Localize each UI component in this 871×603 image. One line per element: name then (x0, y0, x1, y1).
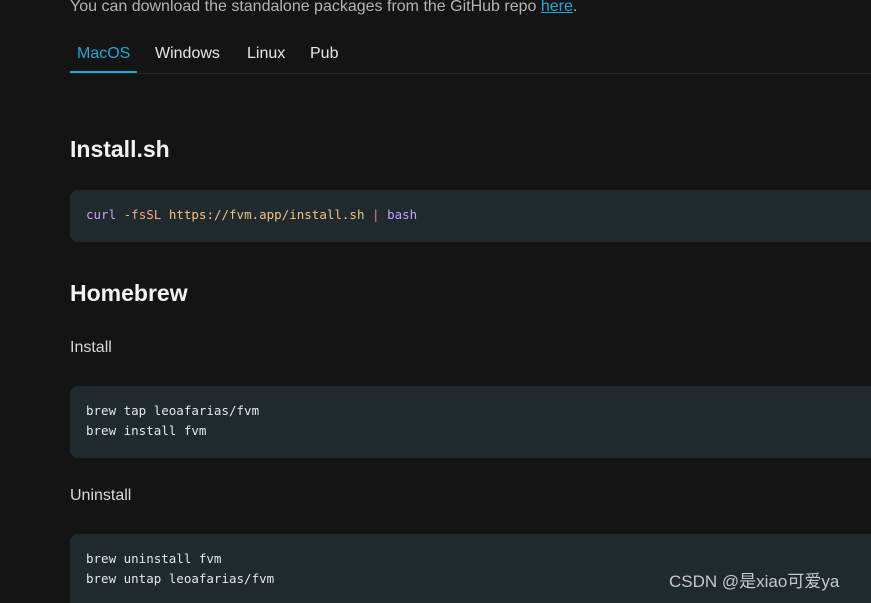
intro-paragraph: You can download the standalone packages… (70, 0, 577, 20)
code-flag: -fsSL (123, 207, 162, 222)
code-command: curl (86, 207, 117, 222)
homebrew-heading: Homebrew (70, 280, 188, 306)
tab-linux[interactable]: Linux (247, 36, 285, 73)
csdn-watermark: CSDN @是xiao可爱ya (669, 572, 840, 591)
install-label: Install (70, 339, 112, 356)
github-repo-link[interactable]: here (541, 0, 573, 15)
intro-trailing: . (572, 0, 578, 15)
code-line: curl -fsSL https://fvm.app/install.sh | … (86, 205, 871, 225)
code-line: brew install fvm (86, 423, 207, 438)
tab-pub[interactable]: Pub (310, 36, 338, 73)
tab-windows[interactable]: Windows (155, 36, 220, 73)
install-sh-code-block[interactable]: curl -fsSL https://fvm.app/install.sh | … (70, 190, 871, 242)
intro-text: You can download the standalone packages… (70, 0, 541, 15)
docs-page: You can download the standalone packages… (0, 0, 871, 603)
platform-tabs: MacOS Windows Linux Pub (70, 36, 871, 74)
uninstall-label: Uninstall (70, 487, 132, 504)
install-sh-heading: Install.sh (70, 136, 170, 162)
code-pipe: | (372, 207, 380, 222)
tab-macos[interactable]: MacOS (70, 36, 138, 73)
code-line: brew uninstall fvm (86, 551, 222, 566)
code-line: brew tap leoafarias/fvm (86, 403, 260, 418)
code-shell: bash (387, 207, 418, 222)
homebrew-install-code-block[interactable]: brew tap leoafarias/fvm brew install fvm (70, 386, 871, 458)
code-url: https://fvm.app/install.sh (168, 207, 365, 222)
